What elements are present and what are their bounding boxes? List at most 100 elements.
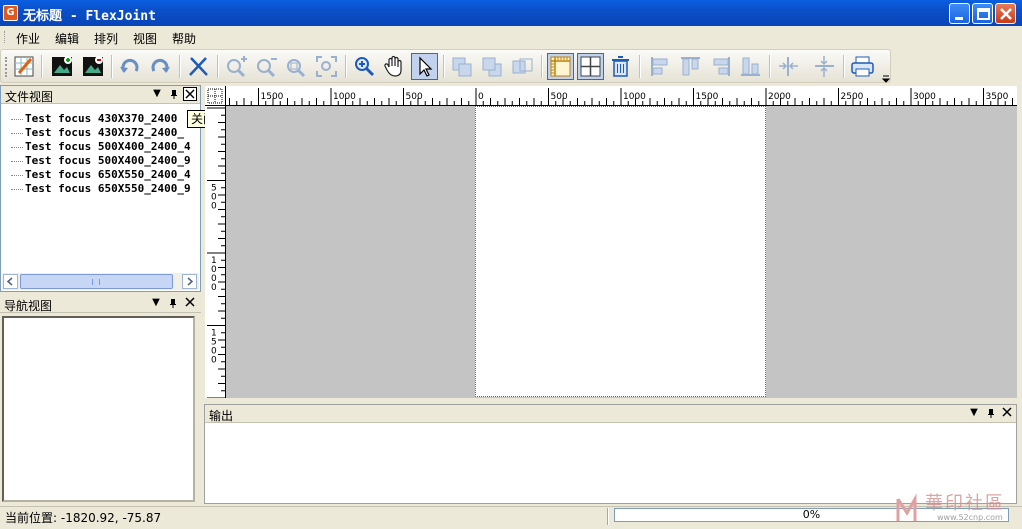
align-1-button[interactable] xyxy=(449,53,476,80)
title-bar[interactable]: G 无标题 - FlexJoint xyxy=(0,0,1022,26)
tree-item[interactable]: Test focus 650X550_2400_4 xyxy=(11,168,201,182)
menu-job[interactable]: 作业 xyxy=(16,30,40,47)
select-arrow-button[interactable] xyxy=(411,53,438,80)
pin-icon xyxy=(171,90,177,99)
ruler-label: 500 xyxy=(211,184,217,212)
delete-button[interactable] xyxy=(607,53,634,80)
panel-menu-button[interactable]: ▼ xyxy=(150,87,164,101)
tree-item-label: Test focus 650X550_2400_9 xyxy=(25,182,191,195)
zoom-fullscreen-button[interactable] xyxy=(313,53,340,80)
panel-close-button[interactable] xyxy=(1000,406,1014,420)
horizontal-ruler: 1500 1000 500 0 500 1000 1500 2000 2500 3000 3500 xyxy=(205,86,1017,106)
zoom-fit-button[interactable] xyxy=(283,53,310,80)
zoom-tool-icon xyxy=(355,57,375,77)
align-right-button[interactable] xyxy=(707,53,734,80)
pin-icon xyxy=(988,409,994,418)
pin-icon xyxy=(170,299,176,308)
maximize-button[interactable] xyxy=(972,3,993,24)
ruler-corner xyxy=(205,86,226,106)
undo-button[interactable] xyxy=(117,53,144,80)
toolbar-separator xyxy=(179,55,181,78)
close-icon xyxy=(185,89,195,99)
align-top-button[interactable] xyxy=(677,53,704,80)
pin-button[interactable] xyxy=(984,406,998,420)
minimize-button[interactable] xyxy=(949,3,970,24)
panel-menu-button[interactable]: ▼ xyxy=(967,406,981,420)
distribute-h-button[interactable] xyxy=(775,53,802,80)
ruler-label: 500 xyxy=(551,92,568,102)
panel-close-button[interactable] xyxy=(183,87,197,101)
add-image-button[interactable] xyxy=(49,53,76,80)
ruler-icon xyxy=(550,56,571,77)
grid-button[interactable] xyxy=(577,53,604,80)
chevron-down-icon xyxy=(881,75,891,83)
image-button[interactable] xyxy=(80,53,107,80)
grid-icon xyxy=(580,56,601,77)
menu-arrange[interactable]: 排列 xyxy=(94,30,118,47)
toolbar-grip[interactable] xyxy=(5,57,8,77)
close-icon xyxy=(1002,407,1012,417)
pan-hand-button[interactable] xyxy=(381,53,408,80)
panel-menu-button[interactable]: ▼ xyxy=(149,296,163,310)
scroll-left-button[interactable] xyxy=(3,274,18,289)
scroll-thumb[interactable] xyxy=(20,274,173,289)
print-page[interactable] xyxy=(475,106,766,397)
ruler-button[interactable] xyxy=(547,53,574,80)
panel-close-button[interactable] xyxy=(183,296,197,310)
align-bottom-icon xyxy=(741,57,760,76)
distribute-v-button[interactable] xyxy=(811,53,838,80)
tree-connector xyxy=(11,160,23,162)
tree-item[interactable]: Test focus 650X550_2400_9 xyxy=(11,182,201,196)
close-icon xyxy=(185,297,195,307)
menu-edit[interactable]: 编辑 xyxy=(55,30,79,47)
ruler-label: 2500 xyxy=(841,92,864,102)
chevron-left-icon xyxy=(6,277,13,286)
tree-item[interactable]: Test focus 430X370_2400 xyxy=(11,112,201,126)
pin-button[interactable] xyxy=(167,87,181,101)
horizontal-scrollbar[interactable] xyxy=(2,273,199,290)
tree-item[interactable]: Test focus 500X400_2400_4 xyxy=(11,140,201,154)
align-3-button[interactable] xyxy=(509,53,536,80)
zoom-in-button[interactable] xyxy=(223,53,250,80)
watermark-logo: 華印社區 www.52cnp.com xyxy=(893,487,1022,526)
navigation-title: 导航视图 xyxy=(4,299,53,313)
pin-button[interactable] xyxy=(166,296,180,310)
tree-item-label: Test focus 500X400_2400_9 xyxy=(25,154,191,167)
new-job-button[interactable] xyxy=(11,53,38,80)
redo-icon xyxy=(151,58,170,73)
redo-button[interactable] xyxy=(147,53,174,80)
ruler-label: 2000 xyxy=(768,92,791,102)
tree-item-label: Test focus 500X400_2400_4 xyxy=(25,140,191,153)
scroll-grip xyxy=(92,279,100,285)
toolbar-separator xyxy=(345,55,347,78)
vertical-ruler-ticks: 5 0 0 1 0 0 0 1 5 0 0 xyxy=(207,107,225,398)
tree-connector xyxy=(11,132,23,134)
scroll-right-button[interactable] xyxy=(182,274,197,289)
undo-icon xyxy=(120,58,139,73)
ruler-label-char: 0 xyxy=(211,356,217,366)
align-left-button[interactable] xyxy=(647,53,674,80)
zoom-tool-button[interactable] xyxy=(351,53,378,80)
align-bottom-button[interactable] xyxy=(737,53,764,80)
navigation-preview[interactable] xyxy=(2,316,195,502)
cut-icon xyxy=(189,57,208,76)
file-view-title: 文件视图 xyxy=(5,90,54,104)
ruler-label: 0 xyxy=(478,92,484,102)
file-view-header: 文件视图 ▼ xyxy=(1,86,200,104)
align-2-button[interactable] xyxy=(479,53,506,80)
tree-item[interactable]: Test focus 500X400_2400_9 xyxy=(11,154,201,168)
tree-connector xyxy=(11,188,23,190)
distribute-h-icon xyxy=(779,57,798,76)
tree-item[interactable]: Test focus 430X372_2400_ xyxy=(11,126,201,140)
toolbar-overflow-button[interactable] xyxy=(881,72,891,83)
align-top-icon xyxy=(681,57,700,76)
menu-help[interactable]: 帮助 xyxy=(172,30,196,47)
menu-view[interactable]: 视图 xyxy=(133,30,157,47)
zoom-out-button[interactable] xyxy=(253,53,280,80)
close-button[interactable] xyxy=(995,3,1016,24)
cut-button[interactable] xyxy=(185,53,212,80)
tree-item-label: Test focus 650X550_2400_4 xyxy=(25,168,191,181)
align-3-icon xyxy=(512,58,533,74)
print-button[interactable] xyxy=(849,53,876,80)
menu-grip[interactable] xyxy=(4,31,7,43)
